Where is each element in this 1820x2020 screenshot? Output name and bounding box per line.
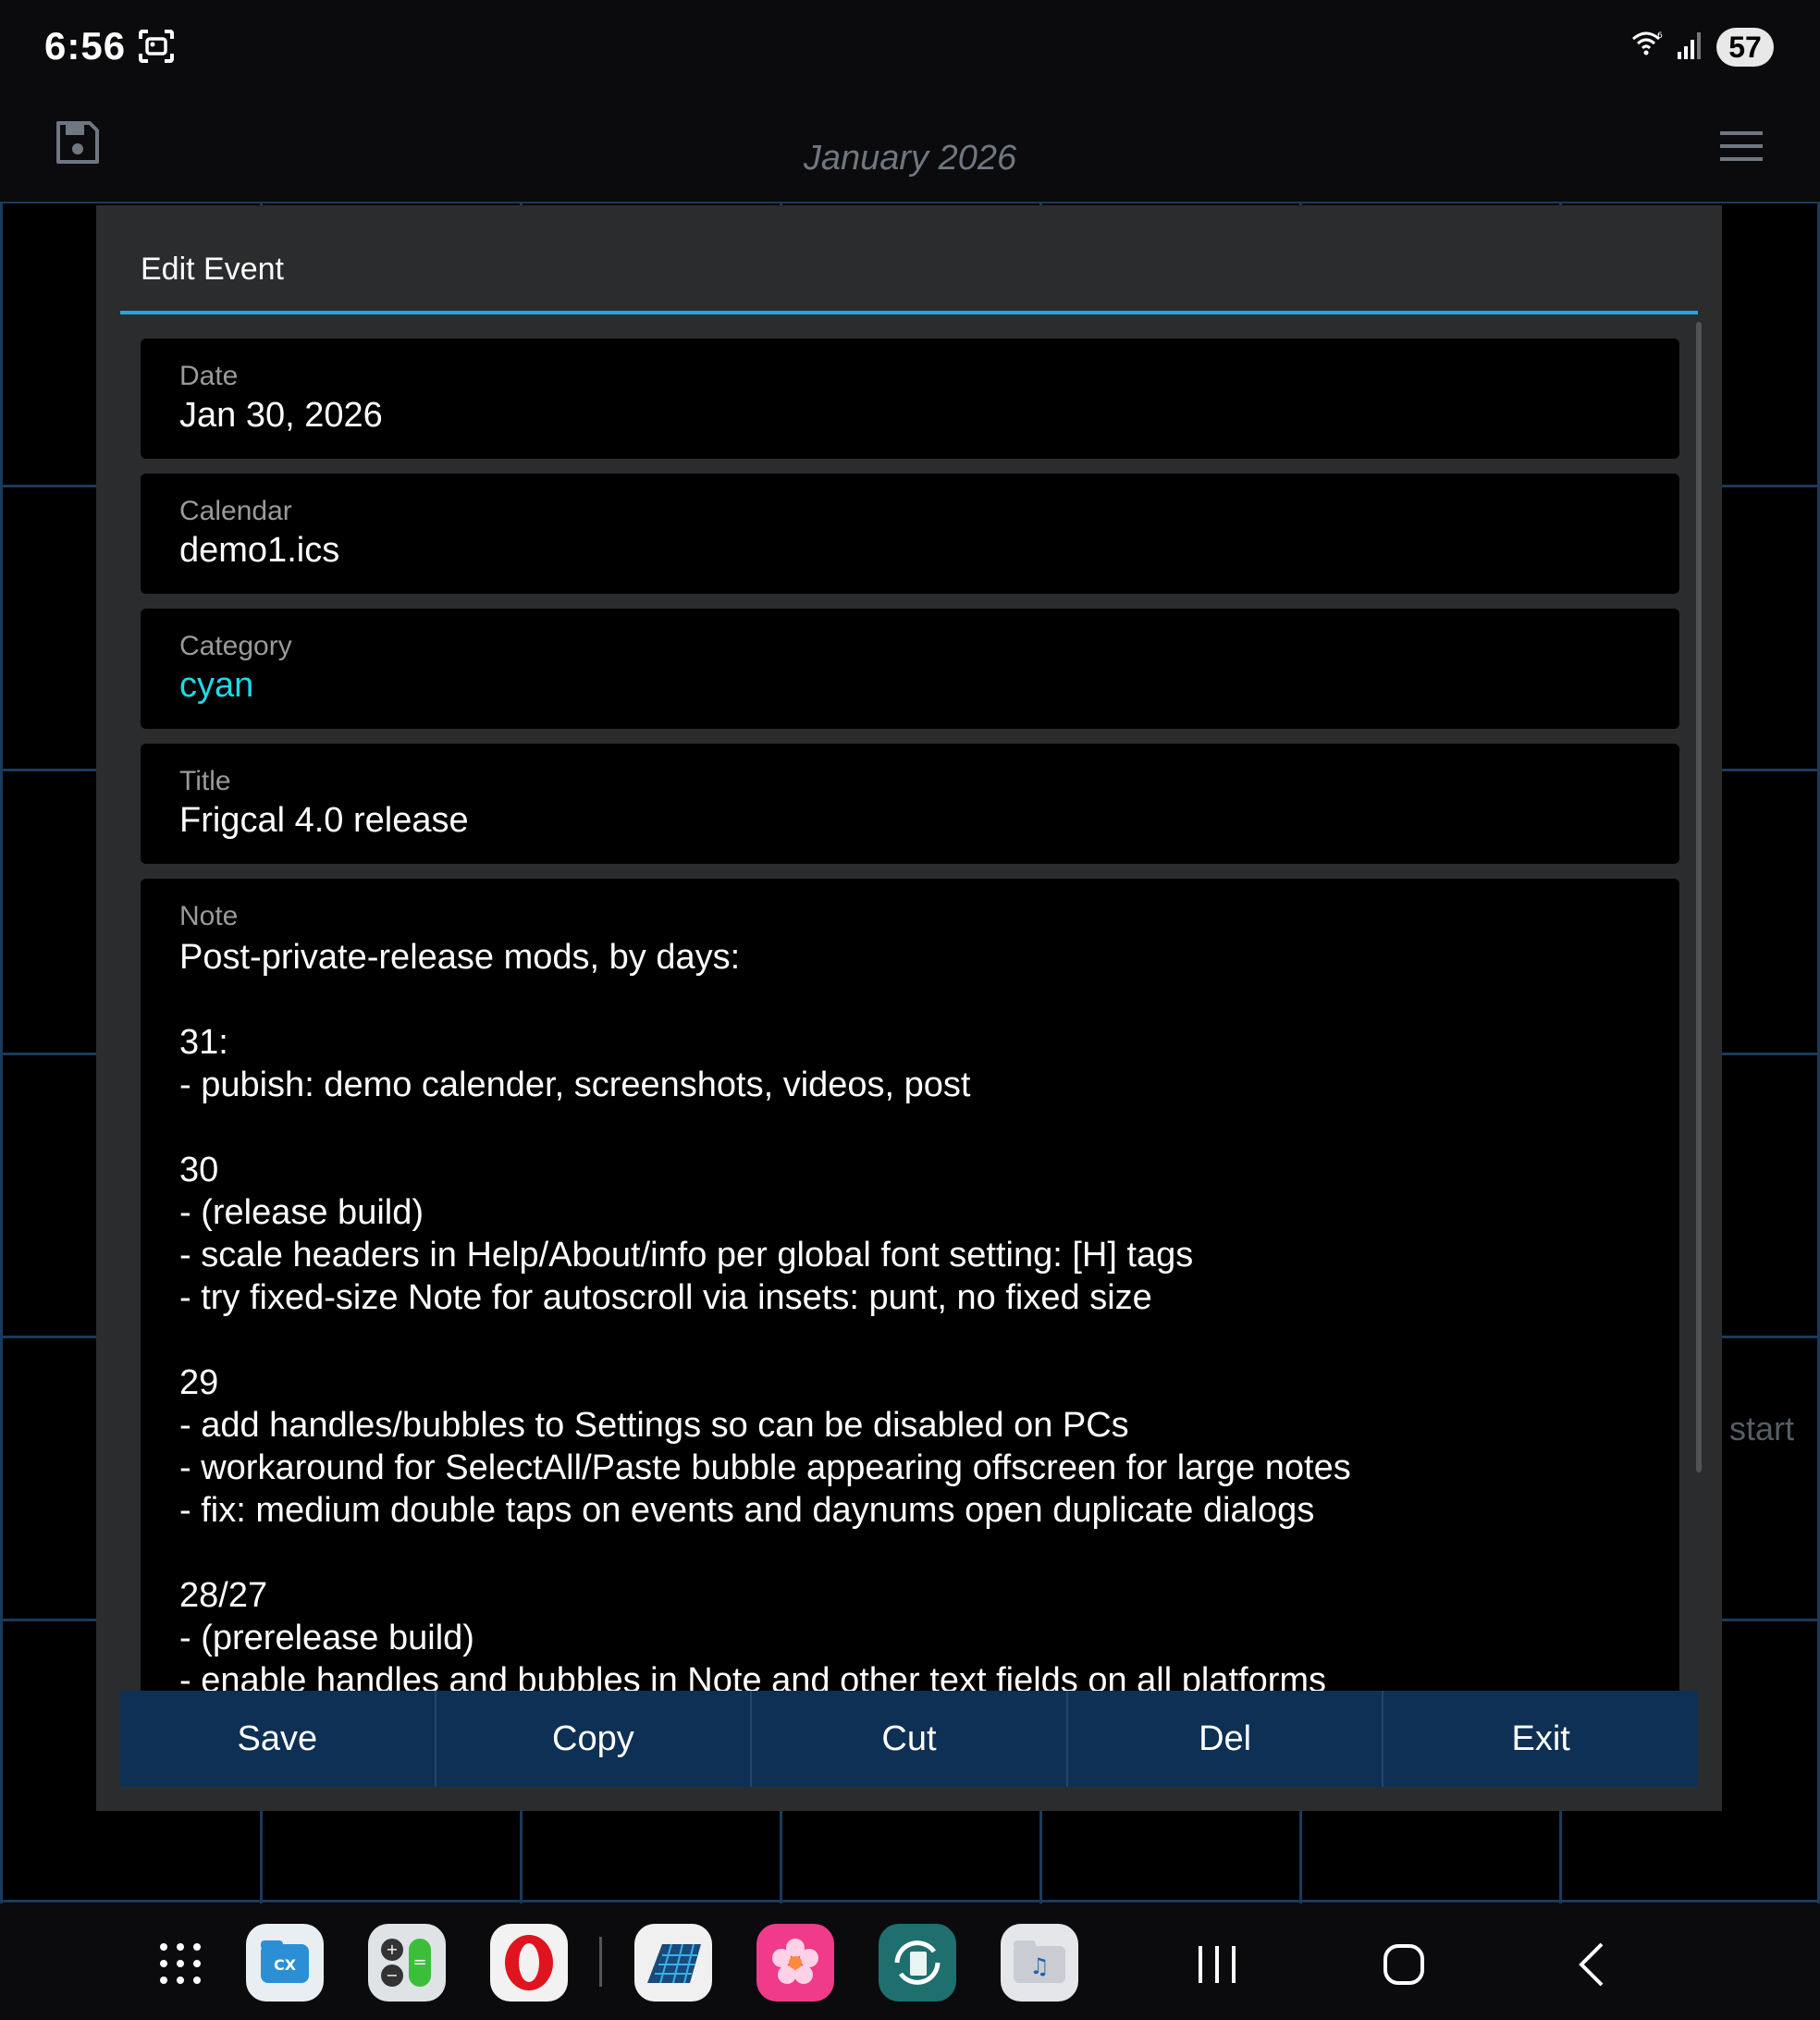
status-bar: 6:56 6 57 [0,0,1820,96]
note-label: Note [179,901,239,931]
opera-browser-app-icon[interactable] [490,1924,568,2002]
date-value[interactable]: Jan 30, 2026 [179,396,383,436]
music-folder-app-icon[interactable]: ♫ [1001,1924,1078,2002]
exit-button[interactable]: Exit [1383,1691,1698,1787]
save-button[interactable]: Save [120,1691,437,1787]
category-value[interactable]: cyan [179,666,253,706]
calculator-app-icon[interactable]: + − = [368,1924,446,2002]
back-button[interactable] [1567,1939,1622,1990]
hamburger-menu-icon[interactable] [1718,128,1765,165]
category-label: Category [179,631,292,661]
calendar-value[interactable]: demo1.ics [179,531,339,571]
recents-button[interactable] [1189,1939,1245,1990]
sync-transfer-app-icon[interactable] [879,1924,956,2002]
battery-level-badge: 57 [1716,28,1774,67]
apps-grid-icon[interactable] [157,1940,203,1987]
signal-icon [1678,32,1701,59]
status-time: 6:56 [44,24,127,68]
svg-text:+: + [386,1940,398,1958]
date-field[interactable]: Date Jan 30, 2026 [141,339,1679,459]
title-value[interactable]: Frigcal 4.0 release [179,801,469,841]
calendar-label: Calendar [179,496,292,526]
dialog-title-divider [120,311,1698,314]
dialog-title: Edit Event [141,252,284,287]
calendar-field[interactable]: Calendar demo1.ics [141,474,1679,594]
cut-button[interactable]: Cut [752,1691,1068,1787]
title-label: Title [179,766,231,796]
dialog-scroll-area[interactable]: Date Jan 30, 2026 Calendar demo1.ics Cat… [141,339,1679,1691]
wifi-icon: 6 [1632,31,1663,55]
svg-text:CX: CX [274,1956,297,1974]
home-button[interactable] [1376,1939,1432,1990]
frigcal-calendar-app-icon[interactable] [634,1924,712,2002]
svg-text:=: = [412,1952,426,1972]
dock-divider [599,1937,602,1987]
note-field[interactable]: Note Post-private-release mods, by days:… [141,879,1679,1691]
calendar-event-label[interactable]: start [1729,1410,1794,1448]
date-label: Date [179,361,239,391]
dialog-scrollbar[interactable] [1696,322,1702,1472]
edit-event-dialog: Edit Event Date Jan 30, 2026 Calendar de… [96,205,1722,1811]
svg-text:−: − [386,1966,398,1984]
svg-text:♫: ♫ [1029,1953,1050,1979]
screenshot-icon [139,30,174,63]
note-textarea[interactable]: Post-private-release mods, by days: 31: … [179,936,1659,1691]
svg-text:6: 6 [1657,31,1663,41]
month-title[interactable]: January 2026 [0,139,1820,179]
app-bar: January 2026 [0,96,1820,203]
navigation-bar: CX + − = ♫ [0,1903,1820,2020]
title-field[interactable]: Title Frigcal 4.0 release [141,744,1679,864]
category-field[interactable]: Category cyan [141,609,1679,729]
delete-button[interactable]: Del [1067,1691,1384,1787]
gallery-app-icon[interactable] [756,1924,834,2002]
cx-file-explorer-app-icon[interactable]: CX [246,1924,324,2002]
dialog-button-bar: Save Copy Cut Del Exit [120,1691,1698,1787]
copy-button[interactable]: Copy [436,1691,753,1787]
